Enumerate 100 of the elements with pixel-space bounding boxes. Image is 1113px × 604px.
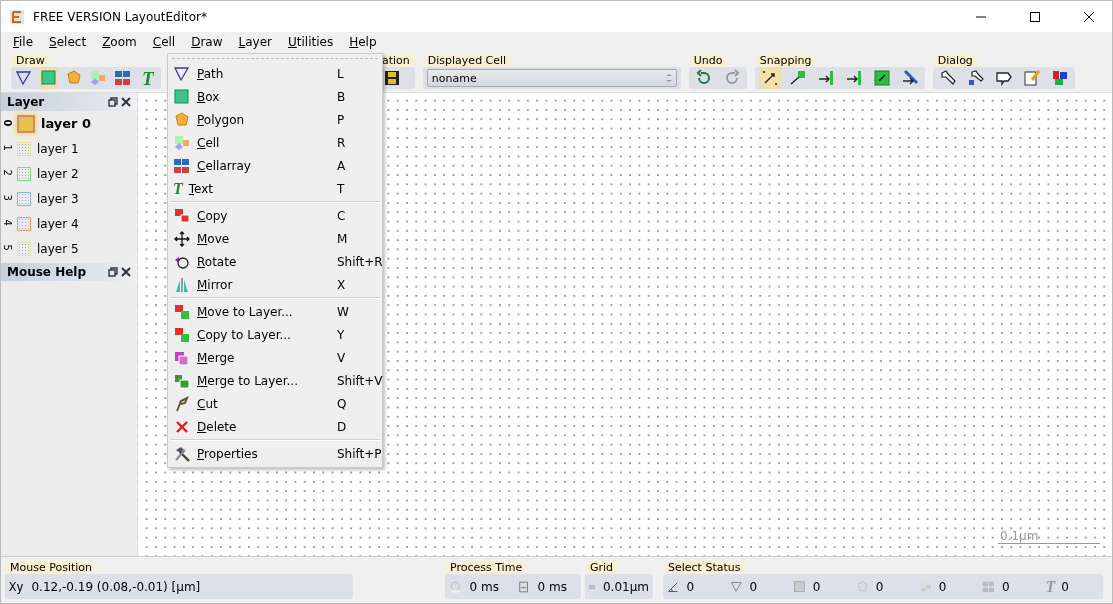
layer-squares-icon (173, 302, 191, 321)
layer-item[interactable]: 2 layer 2 (1, 161, 137, 186)
overlapping-squares-icon (173, 206, 191, 225)
grid-size: 0.01µm (602, 579, 649, 594)
cell-shapes-icon (173, 133, 191, 152)
status-title: Select Status (663, 561, 746, 574)
cell-shapes-icon (89, 69, 108, 87)
colored-blocks-icon (1050, 69, 1069, 87)
layer-item[interactable]: 1 layer 1 (1, 136, 137, 161)
status-title: Process Time (445, 561, 528, 574)
menu-entry[interactable]: Merge to Layer... Shift+V (168, 369, 382, 392)
layer-number: 4 (1, 219, 13, 228)
toolbar-title: Draw (11, 54, 50, 67)
process-time: 0 ms (469, 579, 499, 594)
process-time: 0 ms (537, 579, 567, 594)
notepad-icon (1022, 69, 1041, 87)
mirror-icon (173, 275, 191, 294)
cell-dropdown[interactable]: noname (426, 69, 677, 87)
float-icon[interactable] (108, 97, 118, 107)
snap-point-icon (760, 69, 779, 87)
maximize-icon (1030, 11, 1040, 22)
select-count: 0 (875, 579, 884, 594)
layer-item[interactable]: 0 layer 0 (1, 111, 137, 136)
grid-array-icon (114, 69, 132, 87)
axis-label: Xy (9, 579, 24, 594)
app-logo-icon (9, 8, 25, 25)
layer-number: 3 (1, 194, 13, 203)
dock-title: Mouse Help (7, 265, 87, 279)
select-count: 0 (812, 579, 821, 594)
wrench-icon (966, 69, 985, 87)
undo-arrow-icon (694, 69, 713, 87)
menu-entry[interactable]: Cell R (168, 131, 382, 154)
snap-edge-icon (816, 69, 835, 87)
grid-array-icon (173, 156, 191, 175)
toolbar-title: Displayed Cell (422, 54, 512, 67)
menu-entry[interactable]: Cut Q (168, 392, 382, 415)
menu-entry[interactable]: Merge V (168, 346, 382, 369)
menu-item[interactable]: Select (41, 35, 95, 49)
layer-name: layer 2 (37, 166, 79, 181)
layer-item[interactable]: 3 layer 3 (1, 186, 137, 211)
menu-item[interactable]: Zoom (94, 35, 145, 49)
menu-entry[interactable]: T Text T (168, 177, 382, 200)
text-icon: T (1045, 578, 1056, 595)
triangle-outline-icon (173, 64, 191, 83)
wrench-icon (938, 69, 957, 87)
menu-item[interactable]: Cell (144, 35, 184, 49)
layer-number: 2 (1, 169, 13, 178)
menu-item[interactable]: Layer (230, 35, 280, 49)
layer-squares-icon (173, 325, 191, 344)
dock-title: Layer (7, 95, 45, 109)
close-icon[interactable] (121, 267, 131, 277)
layer-item[interactable]: 5 layer 5 (1, 236, 137, 261)
select-count: 0 (686, 579, 695, 594)
snap-diagonal-icon (900, 69, 919, 87)
menu-entry[interactable]: Move to Layer... W (168, 300, 382, 323)
menu-item[interactable]: Draw (183, 35, 231, 49)
float-icon[interactable] (108, 267, 118, 277)
layer-name: layer 5 (37, 241, 79, 256)
dropdown-icon (665, 74, 672, 82)
menu-entry[interactable]: Move M (168, 227, 382, 250)
menu-item[interactable]: Help (341, 35, 385, 49)
menu-entry[interactable]: Delete D (168, 415, 382, 438)
status-title: Grid (585, 561, 619, 574)
layer-number: 0 (1, 119, 13, 128)
snap-corner-icon (788, 69, 807, 87)
mouse-position: 0.12,-0.19 (0.08,-0.01) [µm] (31, 579, 201, 594)
menu-item[interactable]: Utilities (280, 35, 342, 49)
close-icon (1084, 11, 1094, 22)
select-count: 0 (749, 579, 758, 594)
layer-name: layer 4 (37, 216, 79, 231)
close-icon[interactable] (121, 97, 131, 107)
menu-item[interactable]: File (5, 35, 42, 49)
toolbar-title: Undo (688, 54, 728, 67)
layer-name: layer 3 (37, 191, 79, 206)
status-title: Mouse Position (5, 561, 98, 574)
layer-name: layer 0 (41, 116, 92, 131)
layer-number: 1 (1, 144, 13, 153)
menu-entry[interactable]: Rotate Shift+R (168, 250, 382, 273)
menu-entry[interactable]: Cellarray A (168, 154, 382, 177)
layer-item[interactable]: 4 layer 4 (1, 211, 137, 236)
layer-number: 5 (1, 244, 13, 253)
triangle-outline-icon (15, 69, 34, 87)
window-title: FREE VERSION LayoutEditor* (33, 9, 209, 24)
toolbar-title: Snapping (754, 54, 817, 67)
menu-entry[interactable]: Polygon P (168, 108, 382, 131)
snap-edge-icon (844, 69, 863, 87)
layer-name: layer 1 (37, 141, 79, 156)
hammer-wrench-icon (173, 444, 191, 463)
scale-bar: 0.1µm (998, 529, 1100, 544)
menu-entry[interactable]: Copy C (168, 204, 382, 227)
four-way-arrow-icon (173, 229, 191, 248)
menu-entry[interactable]: Copy to Layer... Y (168, 323, 382, 346)
select-count: 0 (1001, 579, 1010, 594)
snap-box-icon (872, 69, 891, 87)
select-count: 0 (1061, 579, 1069, 594)
menu-entry[interactable]: Mirror X (168, 273, 382, 296)
tool-button[interactable] (758, 67, 781, 89)
select-count: 0 (938, 579, 947, 594)
menu-entry[interactable]: Properties Shift+P (168, 442, 382, 465)
toolbar-title: Dialog (932, 54, 978, 67)
